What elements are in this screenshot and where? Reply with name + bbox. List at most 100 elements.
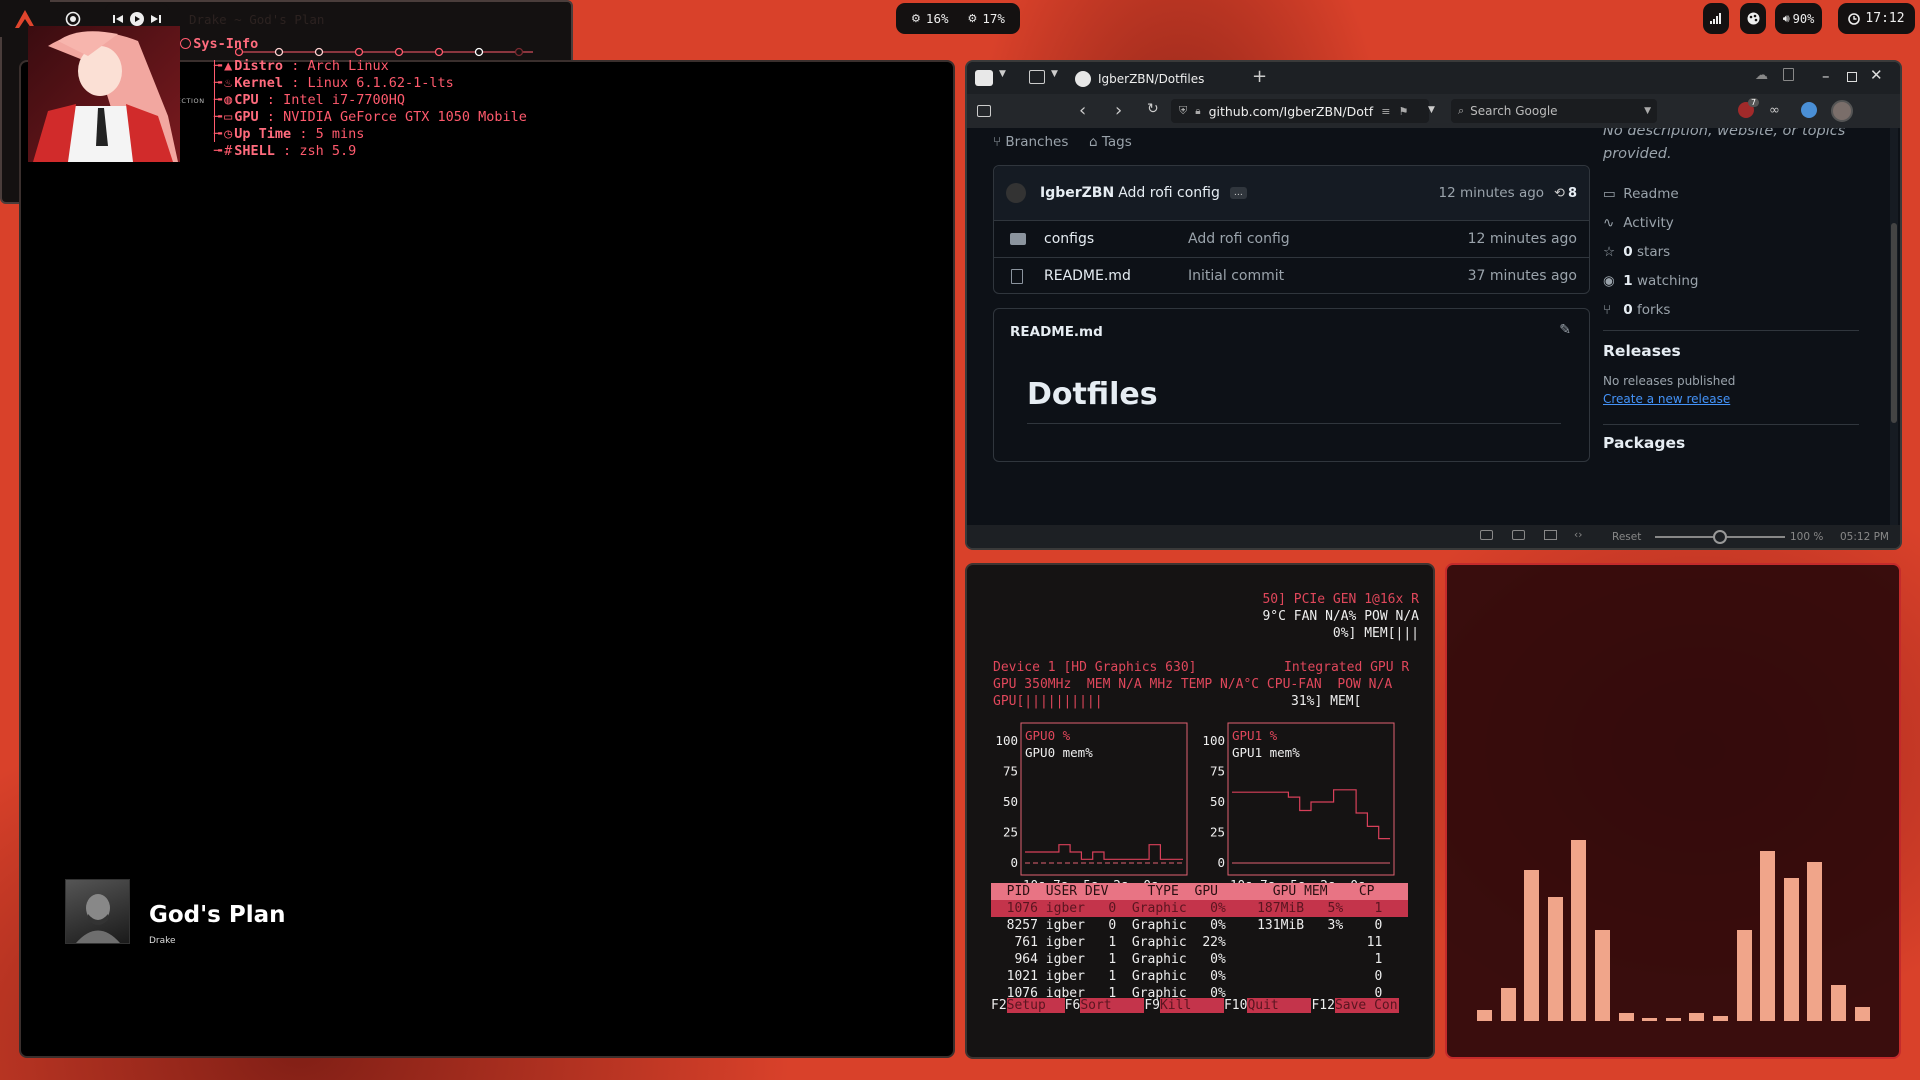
avatar[interactable] [1006,183,1026,203]
clock-icon [1848,12,1861,25]
gpu0-pcie: 50] PCIe GEN 1@16x R [1262,592,1419,607]
link-label: Activity [1623,215,1674,231]
zoom-slider[interactable] [1655,530,1785,544]
eye-icon: ◉ [1603,273,1615,289]
trash-icon[interactable] [1783,68,1794,81]
more-button[interactable]: … [1229,187,1247,199]
file-name[interactable]: configs [1044,231,1188,247]
history-icon[interactable]: ⟲ [1554,186,1565,201]
readme-link[interactable]: ▭ Readme [1603,180,1698,209]
reload-button[interactable]: ↻ [1147,101,1159,117]
watching-link[interactable]: ◉ 1 watching [1603,267,1698,296]
chevron-down-icon: ▼ [1644,106,1651,116]
volume-control[interactable]: 🔊︎ 90% [1775,3,1822,34]
reader-icon[interactable]: ≡ [1381,105,1390,118]
image-icon[interactable] [1512,530,1525,540]
extension-blue-icon[interactable] [1801,102,1817,118]
visualizer-bar [1477,1010,1492,1021]
back-button[interactable]: ‹ [1079,100,1086,121]
process-row[interactable]: 761 igber 1 Graphic 22% 11 [991,934,1408,951]
chevron-down-icon[interactable]: ▼ [1428,105,1435,115]
save-config-button[interactable]: Save Con [1334,998,1399,1013]
commit-user[interactable]: IgberZBN [1040,185,1114,201]
visualizer-bar [1547,897,1563,1021]
tags-link[interactable]: ⌂ Tags [1089,134,1132,150]
readme-label: README.md [1010,324,1103,340]
clock[interactable]: 17:12 [1838,3,1915,34]
quit-button[interactable]: Quit [1247,998,1312,1013]
f6-key[interactable]: F6 [1065,998,1081,1013]
forks-link[interactable]: ⑂ 0 forks [1603,296,1698,325]
f12-key[interactable]: F12 [1311,998,1334,1013]
releases-heading[interactable]: Releases [1603,342,1681,360]
chevron-down-icon[interactable]: ▼ [1051,69,1058,79]
minimize-button[interactable]: – [1822,67,1830,85]
f10-key[interactable]: F10 [1224,998,1247,1013]
tab-github[interactable]: IgberZBN/Dotfiles [1069,65,1255,93]
kill-button[interactable]: Kill [1159,998,1224,1013]
forward-button[interactable]: › [1115,100,1122,121]
stars-link[interactable]: ☆ 0 stars [1603,238,1698,267]
scrollbar[interactable] [1890,128,1898,546]
visualizer-bar [1760,850,1776,1021]
new-tab-button[interactable]: + [1252,66,1267,87]
commit-time: 12 minutes ago [1438,185,1545,201]
track-title: God's Plan [149,902,286,928]
code-icon[interactable]: ‹› [1574,529,1582,541]
cpu-icon: ⚙ [911,12,921,25]
sidebar-toggle-icon[interactable] [977,105,991,117]
gpu0-info: 9°C FAN N/A% POW N/A [1243,608,1419,625]
glasses-icon[interactable]: ∞ [1769,103,1780,118]
nvtop-terminal[interactable]: 50] PCIe GEN 1@16x R 9°C FAN N/A% POW N/… [965,563,1435,1059]
f2-key[interactable]: F2 [991,998,1007,1013]
packages-heading[interactable]: Packages [1603,434,1685,452]
zoom-reset-button[interactable]: Reset [1612,531,1641,543]
file-name[interactable]: README.md [1044,268,1188,284]
maximize-button[interactable] [1847,72,1857,82]
cloud-icon[interactable]: ☁ [1755,68,1768,83]
edit-icon[interactable]: ✎ [1559,322,1571,338]
forks-count: 0 [1623,302,1633,318]
process-row[interactable]: 1021 igber 1 Graphic 0% 0 [991,968,1408,985]
file-commit-message[interactable]: Add rofi config [1188,231,1290,247]
hash-icon: # [224,143,233,159]
chevron-down-icon[interactable]: ▼ [999,69,1006,79]
process-row[interactable]: 964 igber 1 Graphic 0% 1 [991,951,1408,968]
link-label: Readme [1623,186,1679,202]
file-commit-message[interactable]: Initial commit [1188,268,1284,284]
list-item[interactable]: README.md Initial commit 37 minutes ago [994,257,1589,294]
next-icon[interactable] [151,14,161,24]
setup-button[interactable]: Setup [1006,998,1065,1013]
list-item[interactable]: configs Add rofi config 12 minutes ago [994,220,1589,257]
create-release-link[interactable]: Create a new release [1603,392,1730,406]
window-icon[interactable] [1544,530,1557,540]
process-row[interactable]: 1076 igber 0 Graphic 0% 187MiB 5% 1 [991,900,1408,917]
browser-menu-button[interactable] [975,70,993,86]
f9-key[interactable]: F9 [1144,998,1160,1013]
network-button[interactable] [1703,3,1729,34]
sysinfo-key: Up Time [234,126,292,142]
branches-link[interactable]: ⑂ Branches [993,134,1068,150]
scrollbar-thumb[interactable] [1891,223,1897,423]
github-icon [1075,71,1091,87]
camera-icon[interactable] [1480,530,1493,540]
process-row[interactable]: 8257 igber 0 Graphic 0% 131MiB 3% 0 [991,917,1408,934]
url-field[interactable]: ⛨ 🔒︎ github.com/IgberZBN/Dotf ≡ ⚑ [1171,99,1429,123]
commit-message[interactable]: Add rofi config [1118,185,1220,201]
sort-button[interactable]: Sort [1080,998,1145,1013]
gpu1-graph-subtitle: GPU1 mem% [1232,745,1300,760]
bookmark-icon[interactable]: ⚑ [1398,105,1408,118]
branches-label: Branches [1005,134,1069,150]
close-button[interactable]: ✕ [1870,66,1883,84]
zoom-slider-thumb[interactable] [1713,530,1727,544]
profile-avatar[interactable] [1831,100,1853,122]
commit-count[interactable]: 8 [1568,186,1577,201]
tab-stack-icon[interactable] [1029,70,1045,84]
sysinfo-key: Kernel [234,75,284,91]
theme-button[interactable] [1740,3,1766,34]
search-field[interactable]: ⌕ Search Google ▼ [1451,99,1657,123]
play-icon[interactable] [130,11,144,26]
heading-divider [1027,423,1561,424]
activity-link[interactable]: ∿ Activity [1603,209,1698,238]
previous-icon[interactable] [113,14,123,24]
